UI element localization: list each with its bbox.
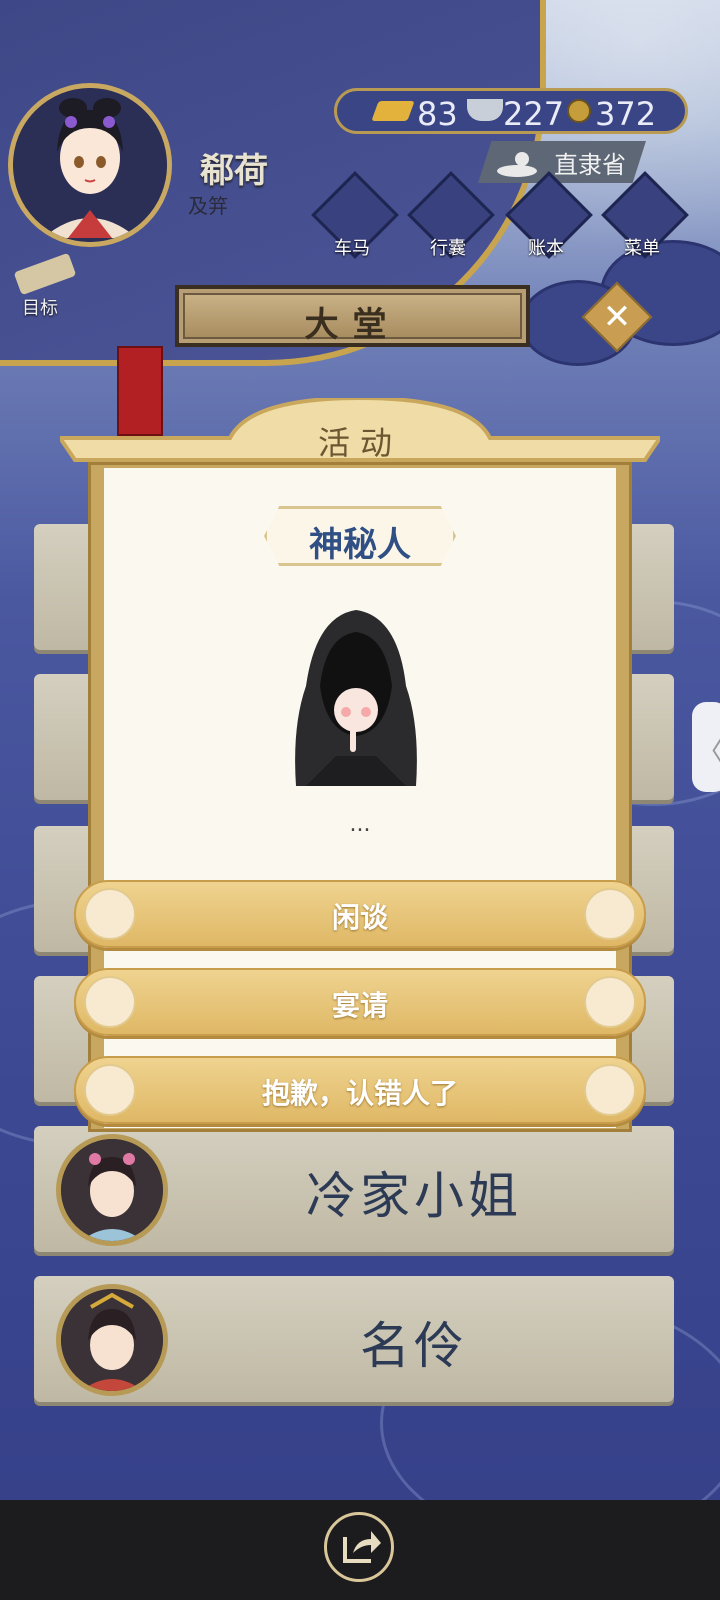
npc-card[interactable]: 冷家小姐 xyxy=(34,1126,674,1252)
share-icon xyxy=(343,1531,381,1563)
option-label: 宴请 xyxy=(331,989,388,1022)
ledger-button[interactable]: 账本 xyxy=(504,171,593,266)
modal-title: 活动 xyxy=(317,424,402,462)
npc-portrait-lady xyxy=(61,1139,163,1241)
player-avatar[interactable] xyxy=(8,83,172,247)
modal-header: 活动 xyxy=(60,398,660,470)
copper-coin-icon xyxy=(567,99,591,123)
npc-portrait-actress xyxy=(61,1289,163,1391)
dialogue-text: ... xyxy=(349,812,371,837)
npc-label-box: 神秘人 xyxy=(264,506,456,566)
carriage-label: 车马 xyxy=(334,238,370,259)
chat-option-button[interactable]: 闲谈 xyxy=(74,880,646,948)
player-rank: 及笄 xyxy=(188,194,228,218)
location-badge[interactable]: 直隶省 xyxy=(478,141,646,183)
npc-name: 冷家小姐 xyxy=(306,1167,522,1225)
goal-label: 目标 xyxy=(22,298,58,319)
close-icon: ✕ xyxy=(602,297,632,337)
luggage-button[interactable]: 行囊 xyxy=(406,171,495,266)
hall-title-banner: 大堂 xyxy=(175,285,530,347)
mysterious-person-portrait xyxy=(295,610,417,786)
coin-amount: 372 xyxy=(595,95,657,133)
npc-card[interactable]: 名伶 xyxy=(34,1276,674,1402)
option-label: 闲谈 xyxy=(331,901,388,934)
npc-name: 名伶 xyxy=(360,1317,468,1375)
option-label: 抱歉，认错人了 xyxy=(261,1077,458,1110)
player-portrait xyxy=(13,88,167,242)
luggage-label: 行囊 xyxy=(430,238,466,259)
hall-title: 大堂 xyxy=(304,305,401,345)
gold-amount: 83 xyxy=(417,95,458,133)
scroll-icon xyxy=(13,252,77,296)
ledger-label: 账本 xyxy=(528,238,564,259)
currency-bar: 83 227 372 xyxy=(334,88,688,134)
carriage-button[interactable]: 车马 xyxy=(310,171,399,266)
silver-ingot-icon xyxy=(467,99,503,121)
banquet-option-button[interactable]: 宴请 xyxy=(74,968,646,1036)
gold-ingot-icon xyxy=(371,101,415,121)
npc-avatar xyxy=(56,1134,168,1246)
silver-amount: 227 xyxy=(503,95,565,133)
npc-avatar xyxy=(56,1284,168,1396)
menu-label: 菜单 xyxy=(624,238,660,259)
location-name: 直隶省 xyxy=(554,151,626,179)
apologize-option-button[interactable]: 抱歉，认错人了 xyxy=(74,1056,646,1124)
side-drawer-tab[interactable]: 〈 xyxy=(692,702,720,792)
menu-button[interactable]: 菜单 xyxy=(600,171,689,266)
goal-button[interactable]: 目标 xyxy=(13,252,84,320)
player-name: 郗荷 xyxy=(200,151,268,191)
share-button[interactable] xyxy=(324,1512,394,1582)
npc-label: 神秘人 xyxy=(309,525,411,565)
chevron-left-icon: 〈 xyxy=(696,730,720,770)
game-scene: 郗荷 及笄 83 227 372 直隶省 车马 行囊 账本 菜单 目标 大堂 ✕… xyxy=(0,0,720,1500)
location-icon xyxy=(497,152,537,177)
